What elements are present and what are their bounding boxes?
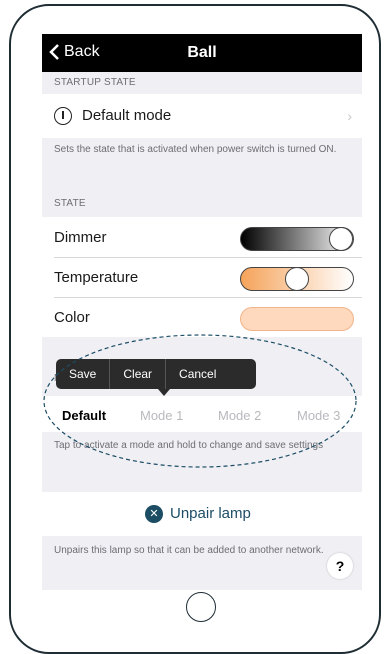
context-menu-pointer (158, 389, 170, 396)
power-icon (54, 107, 72, 125)
divider (54, 257, 362, 258)
unpair-lamp-label: Unpair lamp (170, 505, 251, 522)
mode-context-menu: Save Clear Cancel (56, 359, 256, 389)
temperature-slider-knob[interactable] (285, 267, 309, 291)
mode-default[interactable]: Default (62, 408, 106, 423)
page-title: Ball (187, 44, 217, 61)
help-button[interactable]: ? (327, 553, 353, 579)
startup-default-mode-row[interactable]: Default mode › (42, 94, 362, 138)
unpair-footnote: Unpairs this lamp so that it can be adde… (54, 545, 324, 556)
mode-3[interactable]: Mode 3 (297, 408, 340, 423)
startup-section-header: STARTUP STATE (54, 77, 136, 88)
clear-button[interactable]: Clear (110, 359, 167, 389)
startup-footnote: Sets the state that is activated when po… (54, 144, 337, 155)
mode-1[interactable]: Mode 1 (140, 408, 183, 423)
save-button[interactable]: Save (56, 359, 111, 389)
dimmer-slider[interactable] (240, 227, 354, 251)
modes-footnote: Tap to activate a mode and hold to chang… (54, 440, 324, 451)
state-section-header: STATE (54, 198, 86, 209)
divider (54, 297, 362, 298)
color-label: Color (54, 309, 90, 326)
color-swatch[interactable] (240, 307, 354, 331)
navigation-bar: Back Ball (42, 34, 362, 72)
chevron-right-icon: › (347, 108, 352, 124)
mode-2[interactable]: Mode 2 (218, 408, 261, 423)
startup-mode-label: Default mode (82, 107, 172, 124)
app-screen: Back Ball STARTUP STATE Default mode › S… (42, 34, 362, 590)
dimmer-slider-knob[interactable] (329, 227, 353, 251)
close-circle-icon: ✕ (145, 505, 163, 523)
temperature-slider[interactable] (240, 267, 354, 291)
dimmer-label: Dimmer (54, 229, 107, 246)
state-group: Dimmer Temperature Color (42, 217, 362, 337)
temperature-label: Temperature (54, 269, 139, 286)
unpair-lamp-button[interactable]: ✕ Unpair lamp (42, 492, 362, 536)
modes-row: Default Mode 1 Mode 2 Mode 3 (42, 396, 362, 432)
cancel-button[interactable]: Cancel (166, 359, 229, 389)
home-button[interactable] (186, 592, 216, 622)
